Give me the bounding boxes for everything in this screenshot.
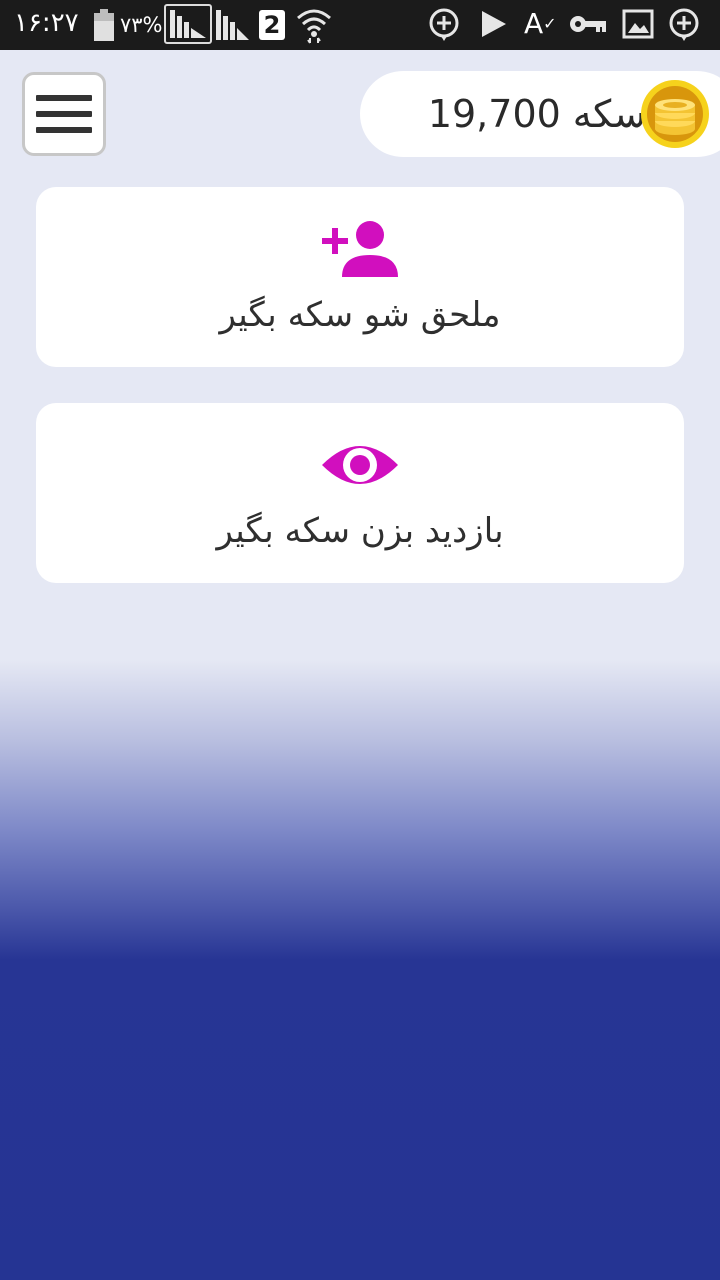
menu-button[interactable] — [22, 72, 106, 156]
visit-get-coins-label: بازدید بزن سکه بگیر — [216, 511, 504, 551]
play-icon — [482, 11, 506, 37]
coin-balance-text: 19,700 سکه — [428, 71, 646, 157]
add-circle-icon-2 — [669, 8, 699, 41]
wifi-icon — [297, 9, 331, 44]
coin-stack-icon — [641, 80, 709, 148]
signal-icon-2 — [216, 10, 249, 40]
add-circle-icon — [429, 8, 459, 41]
coin-label: سکه — [572, 92, 646, 136]
eye-icon — [322, 446, 398, 484]
visit-get-coins-card[interactable]: بازدید بزن سکه بگیر — [36, 403, 684, 583]
sim-slot-icon: 2 — [259, 10, 285, 40]
status-time: ۱۶:۲۷ — [14, 8, 79, 38]
signal-icon — [164, 4, 212, 44]
font-size-icon: A✓ — [524, 7, 557, 40]
key-icon — [570, 16, 606, 32]
image-icon — [622, 9, 654, 39]
status-bar: ۱۶:۲۷ ۷۳% 2 A✓ — [0, 0, 720, 50]
add-user-icon — [322, 221, 398, 277]
battery-icon — [94, 9, 114, 41]
coin-balance: 19,700 سکه — [360, 71, 720, 157]
coin-value: 19,700 — [427, 92, 561, 136]
join-get-coins-label: ملحق شو سکه بگیر — [219, 295, 501, 335]
join-get-coins-card[interactable]: ملحق شو سکه بگیر — [36, 187, 684, 367]
battery-percent: ۷۳% — [120, 13, 163, 37]
